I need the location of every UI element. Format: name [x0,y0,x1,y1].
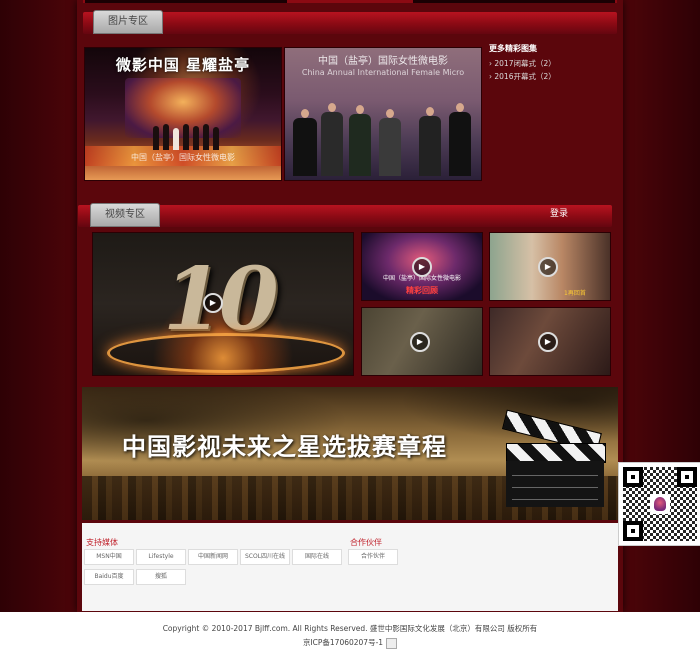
media-logo[interactable]: 国际在线 [292,549,342,565]
more-galleries-title: 更多精彩图集 [489,44,537,53]
video-section-header: 视频专区 [78,203,612,227]
photo-subcaption: China Annual International Female Micro [301,68,465,77]
video-caption: 1再回首 [564,290,586,297]
tab-photo-section[interactable]: 图片专区 [93,10,163,34]
qr-logo-icon [650,494,670,514]
video-thumbnail-4[interactable]: ▶ [361,307,483,376]
banner-title: 中国影视未来之星选拔赛章程 [122,432,447,461]
play-icon[interactable]: ▶ [203,293,223,313]
qr-code [618,462,700,546]
video-thumbnail-5[interactable]: ▶ [489,307,611,376]
icp-record: 京ICP备17060207号-1 [0,637,700,649]
media-logo[interactable]: 中国新闻网 [188,549,238,565]
media-logo[interactable]: MSN中国 [84,549,134,565]
video-thumbnail-2[interactable]: 中国（盐亭）国际女性微电影 精彩回顾 ▶ [361,232,483,301]
glow-ring [107,333,345,373]
gallery-link[interactable]: › 2016开幕式（2） [489,71,556,82]
photo-caption: 中国（盐亭）国际女性微电影 [318,56,448,67]
play-icon[interactable]: ▶ [538,332,558,352]
play-icon[interactable]: ▶ [410,332,430,352]
partners-panel: 支持媒体 合作伙伴 MSN中国 Lifestyle 中国新闻网 SCOL四川在线… [82,523,618,611]
top-strip [83,0,617,3]
footer: Copyright © 2010-2017 Bjlff.com. All Rig… [0,612,700,655]
gallery-link-label[interactable]: 2017闭幕式（2） [494,59,555,68]
gallery-link[interactable]: › 2017闭幕式（2） [489,58,556,69]
person-figure [321,103,343,176]
video-thumbnail-main[interactable]: 10 ▶ [92,232,354,376]
clapperboard-icon [502,409,608,509]
icp-text[interactable]: 京ICP备17060207号-1 [303,638,383,647]
stage-banner-text: 中国（盐亭）国际女性微电影 [131,153,235,162]
people-group [151,120,221,150]
person-figure [293,109,317,176]
media-logo[interactable]: SCOL四川在线 [240,549,290,565]
partners-label: 合作伙伴 [350,538,382,547]
media-logo[interactable]: 搜狐 [136,569,186,585]
video-subcaption: 精彩回顾 [406,286,438,295]
photo-section-header: 图片专区 [83,10,617,34]
play-icon[interactable]: ▶ [412,257,432,277]
photo-caption: 微影中国 星耀盐亭 [115,56,251,74]
support-media-label: 支持媒体 [86,538,118,547]
person-figure [379,109,401,176]
gallery-link-label[interactable]: 2016开幕式（2） [494,72,555,81]
partner-logo[interactable]: 合作伙伴 [348,549,398,565]
badge-icon [386,637,398,649]
person-figure [449,103,471,176]
photo-thumbnail-2[interactable]: 中国（盐亭）国际女性微电影 China Annual International… [284,47,482,181]
person-figure [419,107,441,176]
tab-video-section[interactable]: 视频专区 [90,203,160,227]
copyright-text: Copyright © 2010-2017 Bjlff.com. All Rig… [162,624,538,633]
photo-thumbnail-1[interactable]: 微影中国 星耀盐亭 中国（盐亭）国际女性微电影 [84,47,282,181]
promo-banner[interactable]: 中国影视未来之星选拔赛章程 [82,387,618,520]
person-figure [349,105,371,176]
video-thumbnail-3[interactable]: 1再回首 ▶ [489,232,611,301]
media-logo[interactable]: Baidu百度 [84,569,134,585]
play-icon[interactable]: ▶ [538,257,558,277]
media-logo[interactable]: Lifestyle [136,549,186,565]
login-link[interactable]: 登录 [550,206,568,219]
